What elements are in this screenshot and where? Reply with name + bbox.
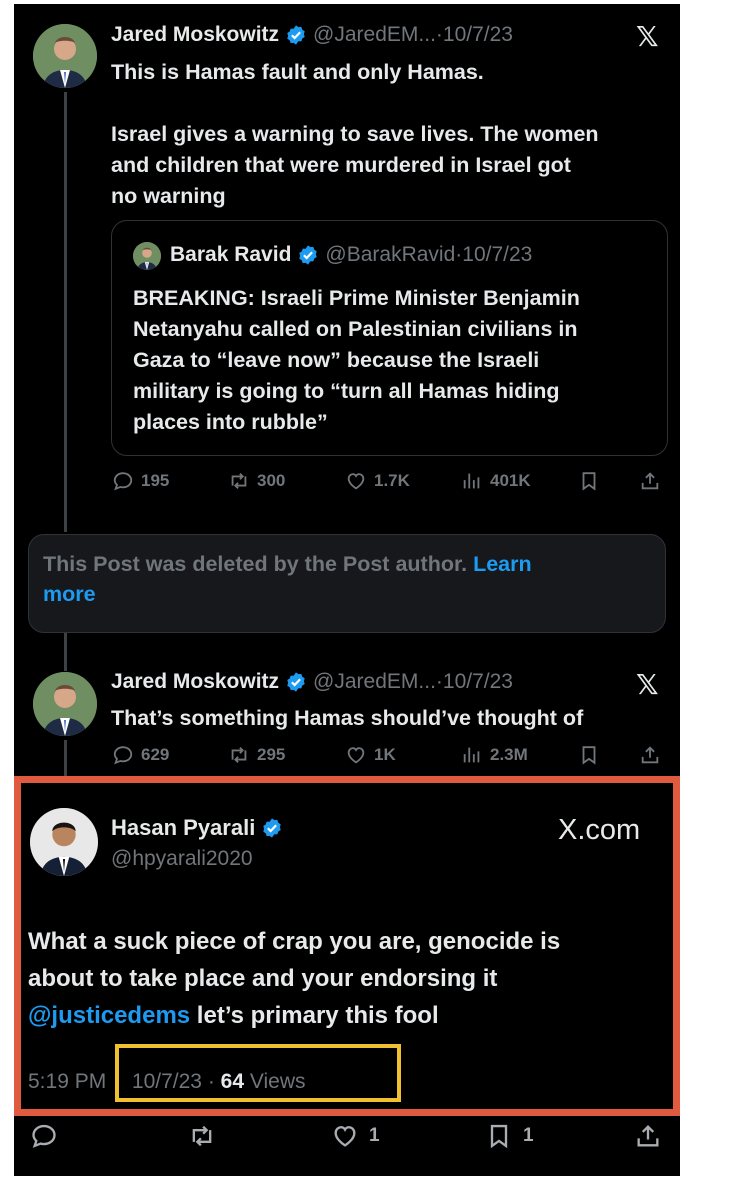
quoted-author-name: Barak Ravid bbox=[170, 243, 292, 266]
author-handle[interactable]: @JaredEM... bbox=[313, 23, 436, 47]
x-logo-icon: 𝕏 bbox=[636, 669, 659, 700]
quoted-post-date: 10/7/23 bbox=[462, 243, 533, 266]
author-name[interactable]: Jared Moskowitz bbox=[111, 670, 279, 694]
post-text-line: This is Hamas fault and only Hamas. bbox=[111, 60, 484, 84]
thread-line bbox=[64, 633, 67, 671]
views-count: 2.3M bbox=[490, 745, 528, 764]
like-button[interactable]: 1 bbox=[331, 1122, 380, 1150]
learn-more-link-part2: more bbox=[43, 582, 96, 606]
bookmark-icon bbox=[485, 1122, 513, 1150]
bookmark-button[interactable] bbox=[578, 470, 607, 492]
post-header: Jared Moskowitz @JaredEM... · 10/7/23 bbox=[111, 670, 513, 694]
learn-more-link-part1: Learn bbox=[473, 552, 532, 576]
post-text-line: and children that were murdered in Israe… bbox=[111, 153, 571, 177]
author-handle[interactable]: @JaredEM... bbox=[313, 670, 436, 694]
share-button[interactable] bbox=[639, 470, 668, 492]
reply-button[interactable] bbox=[30, 1122, 68, 1150]
post-date[interactable]: 10/7/23 bbox=[443, 23, 513, 47]
repost-icon bbox=[228, 470, 250, 492]
quoted-text-line: BREAKING: Israeli Prime Minister Benjami… bbox=[133, 286, 580, 310]
like-button[interactable]: 1K bbox=[345, 744, 396, 766]
separator-dot: · bbox=[435, 23, 443, 46]
avatar[interactable] bbox=[33, 672, 97, 736]
post-text: That’s something Hamas should’ve thought… bbox=[111, 706, 584, 730]
reply-button[interactable]: 629 bbox=[112, 744, 169, 766]
reply-icon bbox=[112, 744, 134, 766]
bookmark-icon bbox=[578, 470, 600, 492]
reply-icon bbox=[30, 1122, 58, 1150]
share-icon bbox=[639, 470, 661, 492]
like-count: 1.7K bbox=[374, 471, 410, 490]
quoted-text-line: military is going to “turn all Hamas hid… bbox=[133, 379, 560, 403]
like-icon bbox=[345, 470, 367, 492]
share-button[interactable] bbox=[639, 744, 668, 766]
thread-line bbox=[64, 92, 67, 532]
like-count: 1 bbox=[369, 1125, 380, 1146]
bookmark-count: 1 bbox=[523, 1125, 534, 1146]
like-count: 1K bbox=[374, 745, 396, 764]
repost-icon bbox=[228, 744, 250, 766]
x-logo-icon: 𝕏 bbox=[636, 21, 659, 52]
views-icon bbox=[461, 470, 483, 492]
reply-icon bbox=[112, 470, 134, 492]
verified-badge-icon bbox=[285, 24, 307, 46]
repost-icon bbox=[188, 1122, 216, 1150]
repost-count: 295 bbox=[257, 745, 286, 764]
reply-button[interactable]: 195 bbox=[112, 470, 169, 492]
bookmark-button[interactable] bbox=[578, 744, 607, 766]
bookmark-icon bbox=[578, 744, 600, 766]
views-count: 401K bbox=[490, 471, 531, 490]
share-icon bbox=[634, 1122, 662, 1150]
views-button[interactable]: 2.3M bbox=[461, 744, 528, 766]
reply-count: 195 bbox=[141, 471, 170, 490]
separator-dot: · bbox=[455, 243, 463, 266]
repost-button[interactable]: 295 bbox=[228, 744, 285, 766]
repost-button[interactable] bbox=[188, 1122, 226, 1150]
avatar[interactable] bbox=[33, 24, 97, 88]
repost-button[interactable]: 300 bbox=[228, 470, 285, 492]
post-text-line: no warning bbox=[111, 184, 226, 208]
verified-badge-icon bbox=[297, 244, 319, 266]
quoted-post-text: BREAKING: Israeli Prime Minister Benjami… bbox=[133, 283, 663, 438]
quoted-post-header: Barak Ravid @BarakRavid · 10/7/23 bbox=[170, 243, 532, 267]
reply-count: 629 bbox=[141, 745, 170, 764]
quoted-text-line: Gaza to “leave now” because the Israeli bbox=[133, 348, 540, 372]
views-icon bbox=[461, 744, 483, 766]
post-header: Jared Moskowitz @JaredEM... · 10/7/23 bbox=[111, 23, 513, 47]
post-date[interactable]: 10/7/23 bbox=[443, 670, 513, 694]
author-name[interactable]: Jared Moskowitz bbox=[111, 23, 279, 47]
bookmark-button[interactable]: 1 bbox=[485, 1122, 534, 1150]
quoted-author-handle: @BarakRavid bbox=[325, 243, 456, 266]
like-icon bbox=[331, 1122, 359, 1150]
quoted-avatar bbox=[133, 242, 161, 270]
views-button[interactable]: 401K bbox=[461, 470, 531, 492]
deleted-post-text: This Post was deleted by the Post author… bbox=[43, 552, 474, 576]
highlight-frame-yellow bbox=[115, 1044, 401, 1102]
post-text-line: Israel gives a warning to save lives. Th… bbox=[111, 122, 599, 146]
separator-dot: · bbox=[435, 670, 443, 693]
verified-badge-icon bbox=[285, 671, 307, 693]
share-icon bbox=[639, 744, 661, 766]
quoted-post-card[interactable]: Barak Ravid @BarakRavid · 10/7/23 BREAKI… bbox=[111, 220, 668, 456]
quoted-text-line: places into rubble” bbox=[133, 410, 328, 434]
repost-count: 300 bbox=[257, 471, 286, 490]
share-button[interactable] bbox=[634, 1122, 672, 1150]
post-text: This is Hamas fault and only Hamas. Isra… bbox=[111, 57, 671, 212]
like-icon bbox=[345, 744, 367, 766]
like-button[interactable]: 1.7K bbox=[345, 470, 410, 492]
deleted-post-notice: This Post was deleted by the Post author… bbox=[28, 534, 666, 633]
thread-line bbox=[64, 740, 67, 778]
quoted-text-line: Netanyahu called on Palestinian civilian… bbox=[133, 317, 578, 341]
